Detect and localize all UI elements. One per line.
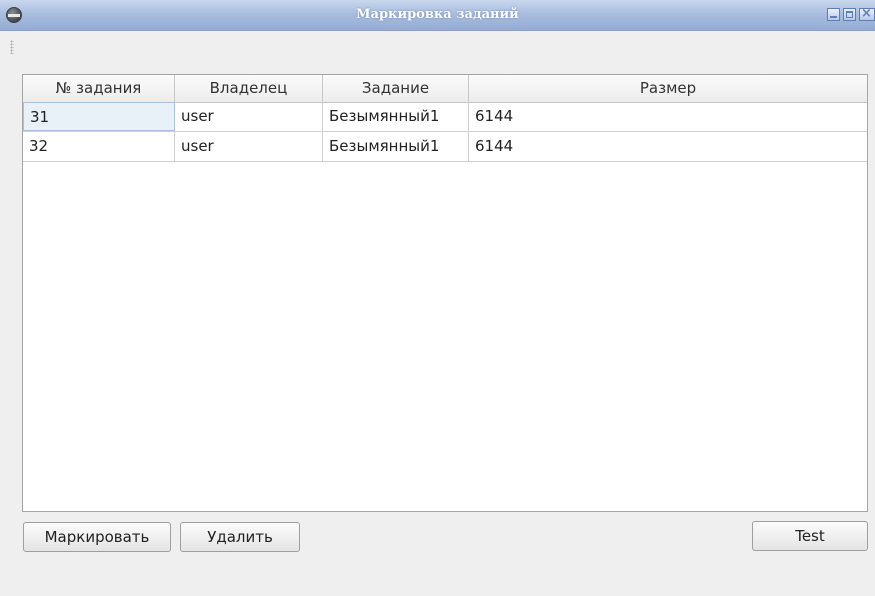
delete-button[interactable]: Удалить (180, 522, 300, 552)
cell-job-name[interactable]: Безымянный1 (323, 102, 469, 131)
toolbar-grip-icon[interactable] (10, 40, 14, 54)
column-header-job-number[interactable]: № задания (23, 75, 175, 102)
cell-job-name[interactable]: Безымянный1 (323, 132, 469, 161)
maximize-icon[interactable] (843, 8, 856, 21)
column-header-job[interactable]: Задание (323, 75, 469, 102)
mark-button[interactable]: Маркировать (23, 522, 171, 552)
cell-owner[interactable]: user (175, 102, 323, 131)
cell-size[interactable]: 6144 (469, 102, 867, 131)
test-button[interactable]: Test (752, 521, 868, 551)
minimize-icon[interactable] (827, 8, 840, 21)
table-row[interactable]: 31 user Безымянный1 6144 (23, 102, 867, 132)
close-icon[interactable] (859, 6, 875, 21)
title-bar[interactable]: Маркировка заданий (0, 0, 875, 31)
jobs-table[interactable]: № задания Владелец Задание Размер 31 use… (22, 74, 868, 512)
cell-job-number[interactable]: 32 (23, 132, 175, 161)
cell-job-number[interactable]: 31 (23, 102, 175, 131)
column-header-owner[interactable]: Владелец (175, 75, 323, 102)
window-title: Маркировка заданий (356, 7, 519, 22)
table-row[interactable]: 32 user Безымянный1 6144 (23, 132, 867, 162)
cell-size[interactable]: 6144 (469, 132, 867, 161)
cell-owner[interactable]: user (175, 132, 323, 161)
print-job-marking-window: Маркировка заданий № задания Владелец За… (0, 0, 875, 596)
column-header-size[interactable]: Размер (469, 75, 867, 102)
table-header: № задания Владелец Задание Размер (23, 75, 867, 103)
